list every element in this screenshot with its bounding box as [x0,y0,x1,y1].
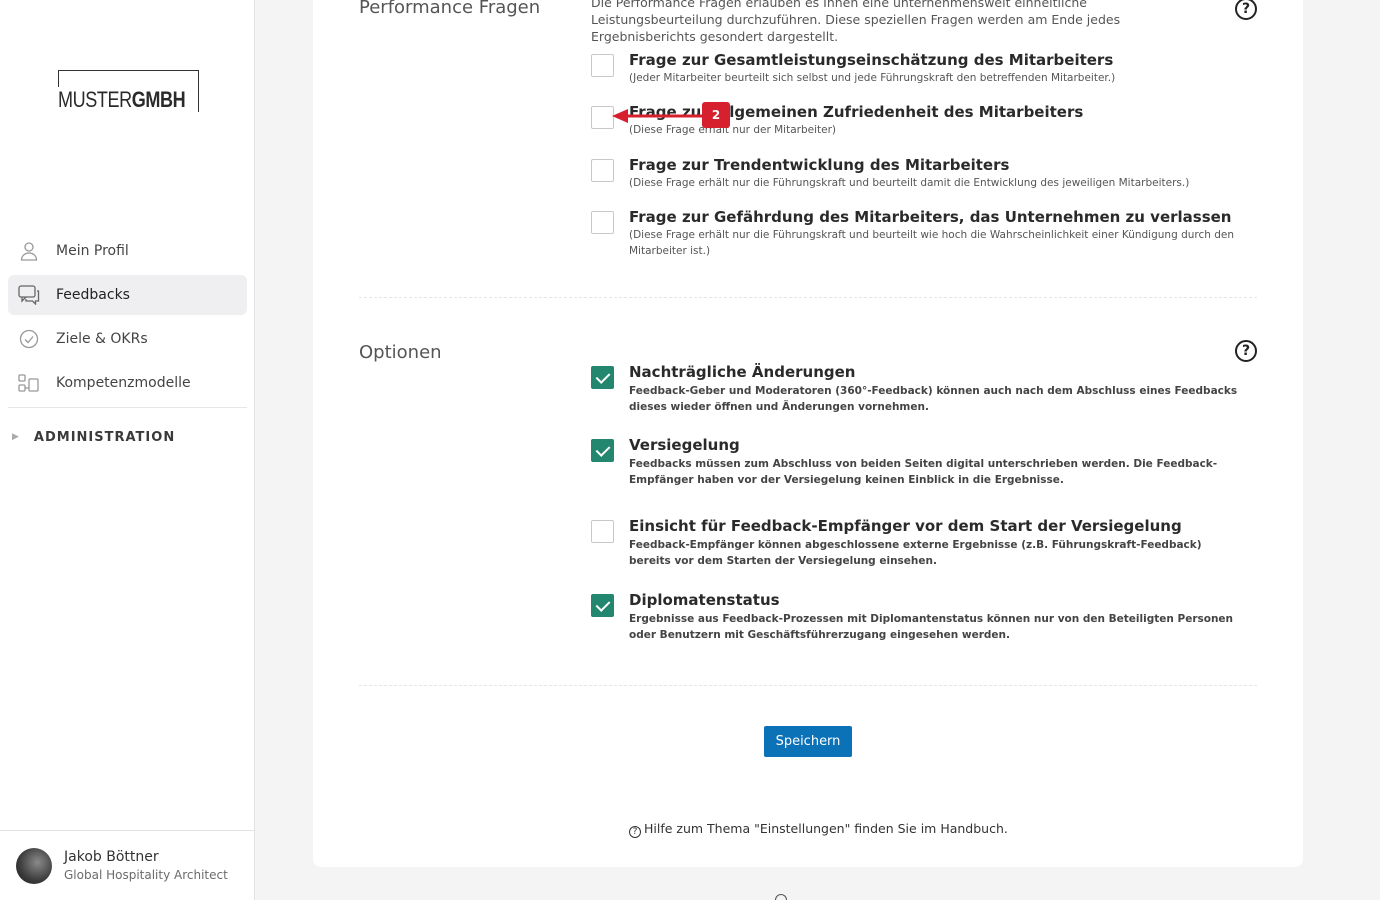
option-description: (Diese Frage erhält nur die Führungskraf… [629,177,1190,189]
triangle-right-icon: ▶ [12,432,20,442]
annotation-badge: 2 [702,102,730,128]
option-description: Ergebnisse aus Feedback-Prozessen mit Di… [629,613,1234,641]
option-title: Diplomatenstatus [629,591,780,609]
nav-label: Mein Profil [56,243,129,259]
save-button[interactable]: Speichern [764,726,852,757]
main-nav: Mein Profil Feedbacks Ziele & OKRs Kompe… [8,231,247,408]
user-icon [18,240,40,262]
option-title: Einsicht für Feedback-Empfänger vor dem … [629,517,1182,535]
sidebar: MUSTERGMBH Mein Profil Feedbacks Ziele &… [0,0,255,900]
option-description: Feedback-Geber und Moderatoren (360°-Fee… [629,385,1238,413]
check-circle-icon [18,328,40,350]
logo-text-part2: GMBH [131,87,186,112]
help-icon[interactable]: ? [1235,340,1257,362]
nav-item-kompetenzmodelle[interactable]: Kompetenzmodelle [8,363,247,403]
nav-label: Kompetenzmodelle [56,375,191,391]
option-title: Nachträgliche Änderungen [629,363,856,381]
checkbox[interactable] [591,520,614,543]
nav-admin-toggle[interactable]: ▶ ADMINISTRATION [12,425,175,449]
nav-item-feedbacks[interactable]: Feedbacks [8,275,247,315]
checkbox[interactable] [591,159,614,182]
help-small-icon: ? [629,826,641,838]
option-title: Frage zur Trendentwicklung des Mitarbeit… [629,156,1010,174]
section-divider [359,297,1257,298]
footer-help[interactable]: ? Hilfe zum Thema "Einstellungen" finden … [629,821,1008,838]
checkbox[interactable] [591,211,614,234]
chat-icon [18,284,40,306]
option-title: Versiegelung [629,436,740,454]
checkbox-checked[interactable] [591,366,614,389]
nav-label: Feedbacks [56,287,130,303]
section-divider [359,685,1257,686]
options-section-title: Optionen [359,342,442,363]
option-description: (Diese Frage erhält nur die Führungskraf… [629,229,1235,257]
nav-item-mein-profil[interactable]: Mein Profil [8,231,247,271]
scroll-indicator-icon [775,894,787,900]
avatar[interactable] [16,848,52,884]
user-profile[interactable]: Jakob Böttner Global Hospitality Archite… [0,830,255,900]
help-icon[interactable]: ? [1235,0,1257,20]
option-title: Frage zur Gefährdung des Mitarbeiters, d… [629,208,1232,226]
nav-label: Ziele & OKRs [56,331,148,347]
user-name: Jakob Böttner [64,849,159,865]
logo-text-part1: MUSTER [58,87,132,112]
grid-icon [18,372,40,394]
option-description: Feedback-Empfänger können abgeschlossene… [629,539,1202,567]
option-description: Feedbacks müssen zum Abschluss von beide… [629,458,1218,486]
user-role: Global Hospitality Architect [64,868,228,882]
checkbox-checked[interactable] [591,439,614,462]
checkbox[interactable] [591,54,614,77]
nav-item-ziele-okrs[interactable]: Ziele & OKRs [8,319,247,359]
settings-card: Performance Fragen Die Performance Frage… [313,0,1303,867]
option-description: (Jeder Mitarbeiter beurteilt sich selbst… [629,72,1116,84]
performance-intro: Die Performance Fragen erlauben es Ihnen… [591,0,1121,44]
company-logo[interactable]: MUSTERGMBH [58,70,199,113]
checkbox-checked[interactable] [591,594,614,617]
nav-admin-label: ADMINISTRATION [33,429,176,445]
checkbox[interactable] [591,106,614,129]
performance-section-title: Performance Fragen [359,0,541,18]
option-title: Frage zur Gesamtleistungseinschätzung de… [629,51,1114,69]
annotation-arrow-icon [612,109,704,123]
footer-help-text: Hilfe zum Thema "Einstellungen" finden S… [644,821,1008,836]
nav-divider [8,407,247,408]
